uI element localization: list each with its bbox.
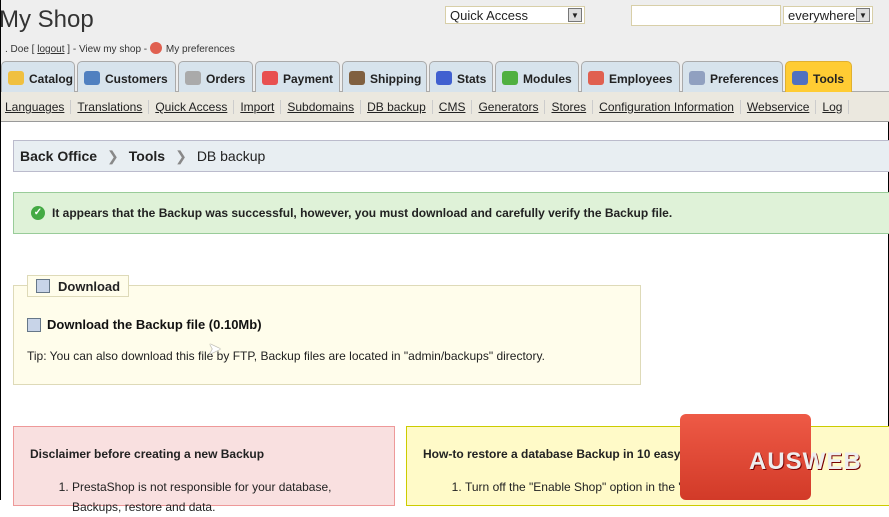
tab-catalog[interactable]: Catalog [1,61,75,92]
tab-orders[interactable]: Orders [178,61,253,92]
orders-icon [185,71,201,85]
tab-payment[interactable]: Payment [255,61,340,92]
search-scope-select[interactable]: everywhere ▼ [783,6,873,24]
chevron-down-icon: ▼ [568,8,582,22]
catalog-icon [8,71,24,85]
subnav-quick-access[interactable]: Quick Access [149,100,235,114]
database-icon [27,318,41,332]
subnav-db-backup[interactable]: DB backup [361,100,433,114]
download-backup-link[interactable]: Download the Backup file (0.10Mb) [47,317,262,332]
tools-icon [792,71,808,85]
tab-label: Payment [283,72,334,86]
shop-title: My Shop [0,6,94,33]
subnav-translations[interactable]: Translations [71,100,150,114]
modules-icon [502,71,518,85]
my-preferences-link[interactable]: My preferences [166,44,235,55]
mouse-cursor-icon: ➤ [208,341,222,358]
download-panel [13,285,641,385]
header: My Shop . Doe [ logout ] - View my shop … [0,0,889,64]
user-name: . Doe [ [5,44,38,55]
breadcrumb-back-office[interactable]: Back Office [20,148,97,164]
howto-item: Turn off the "Enable Shop" option in the… [465,477,879,497]
tab-employees[interactable]: Employees [581,61,680,92]
success-text: It appears that the Backup was successfu… [52,206,673,220]
main-tabs: Catalog Customers Orders Payment Shipping Sta… [1,61,889,92]
subnav-generators[interactable]: Generators [472,100,546,114]
subnav-import[interactable]: Import [234,100,282,114]
tab-preferences[interactable]: Preferences [682,61,783,92]
subnav-log[interactable]: Log [816,100,850,114]
tab-tools[interactable]: Tools [785,61,852,92]
tab-label: Shipping [370,72,422,86]
subnav-subdomains[interactable]: Subdomains [281,100,362,114]
search-scope-value: everywhere [788,8,856,23]
tab-label: Stats [457,72,487,86]
tab-label: Modules [523,72,572,86]
breadcrumb-tools[interactable]: Tools [129,148,165,164]
subnav-webservice[interactable]: Webservice [740,100,817,114]
subnav-stores[interactable]: Stores [545,100,594,114]
user-icon [149,42,162,54]
sub-navigation: Languages Translations Quick Access Import S… [1,92,889,122]
tab-modules[interactable]: Modules [495,61,579,92]
success-message: ✓ It appears that the Backup was successf… [13,192,889,234]
chevron-down-icon: ▼ [856,8,870,22]
shipping-icon [349,71,365,85]
tab-label: Employees [609,72,673,86]
view-shop-link[interactable]: ] - View my shop - [65,44,150,55]
download-legend-text: Download [58,279,121,294]
tab-customers[interactable]: Customers [77,61,176,92]
preferences-icon [689,71,705,85]
tab-label: Catalog [29,72,74,86]
logout-link[interactable]: logout [37,44,64,55]
chevron-right-icon: ❯ [107,148,119,164]
chevron-right-icon: ❯ [175,148,187,164]
watermark-text: AUSWEB [749,448,862,475]
employees-icon [588,71,604,85]
payment-icon [262,71,278,85]
subnav-configuration-information[interactable]: Configuration Information [593,100,741,114]
download-legend: Download [27,275,130,297]
tab-shipping[interactable]: Shipping [342,61,427,92]
download-tip: Tip: You can also download this file by … [27,349,545,363]
stats-icon [436,71,452,85]
disclaimer-panel: Disclaimer before creating a new Backup … [13,426,395,514]
breadcrumb-current: DB backup [196,148,266,164]
disclaimer-title: Disclaimer before creating a new Backup [30,447,265,461]
breadcrumb: Back Office ❯ Tools ❯ DB backup [13,140,889,172]
check-icon: ✓ [31,206,45,220]
tab-stats[interactable]: Stats [429,61,493,92]
tab-label: Preferences [710,72,779,86]
disclaimer-item: PrestaShop is not responsible for your d… [72,477,378,517]
database-icon [36,279,50,293]
user-line: . Doe [ logout ] - View my shop - My pre… [5,42,235,55]
quick-access-value: Quick Access [450,8,529,23]
tab-label: Orders [206,72,246,86]
subnav-cms[interactable]: CMS [432,100,473,114]
tab-label: Customers [105,72,168,86]
tab-label: Tools [813,72,845,86]
search-input[interactable] [631,5,781,26]
subnav-languages[interactable]: Languages [1,100,72,114]
quick-access-select[interactable]: Quick Access ▼ [445,6,585,24]
customers-icon [84,71,100,85]
